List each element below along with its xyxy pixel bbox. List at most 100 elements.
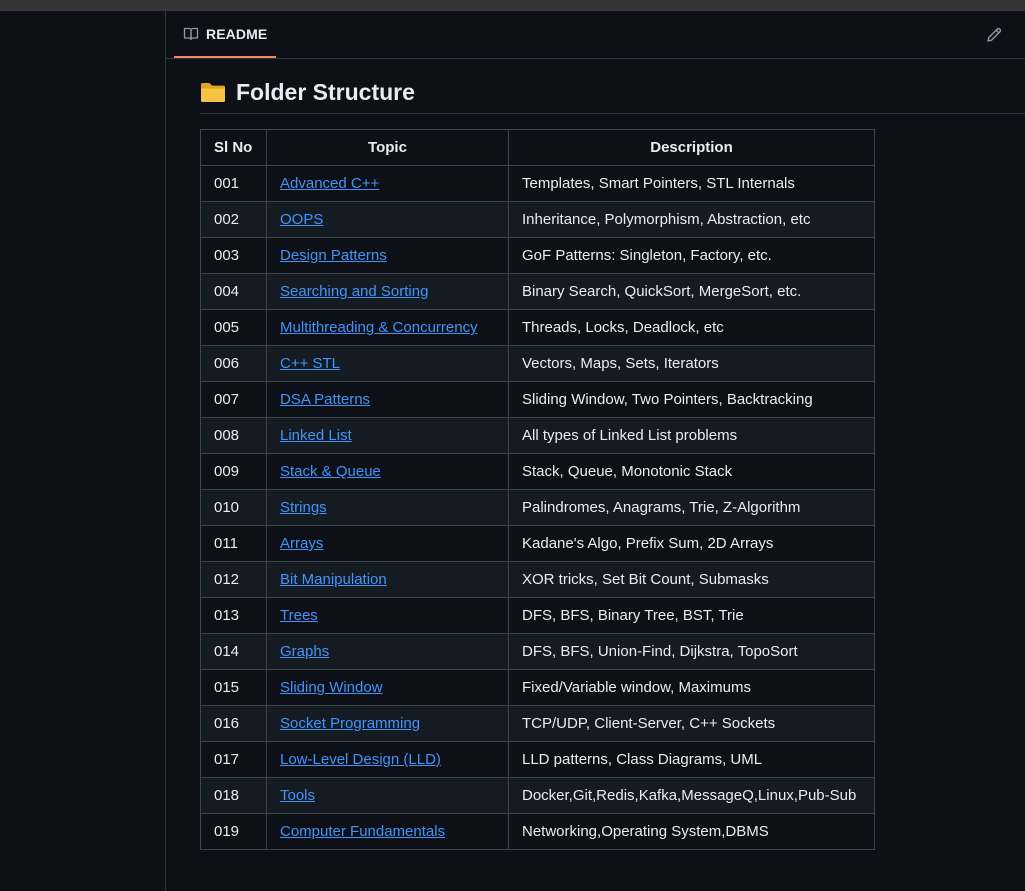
cell-topic: Sliding Window [266, 669, 509, 706]
cell-description: DFS, BFS, Union-Find, Dijkstra, TopoSort [508, 633, 875, 670]
cell-description: All types of Linked List problems [508, 417, 875, 454]
table-row: 019 Computer Fundamentals Networking,Opera… [200, 813, 875, 850]
cell-description: Stack, Queue, Monotonic Stack [508, 453, 875, 490]
cell-topic: Trees [266, 597, 509, 634]
cell-description: Templates, Smart Pointers, STL Internals [508, 165, 875, 202]
cell-topic: Computer Fundamentals [266, 813, 509, 850]
header-sl-no: Sl No [200, 129, 267, 166]
cell-sl-no: 012 [200, 561, 267, 598]
cell-sl-no: 018 [200, 777, 267, 814]
cell-sl-no: 001 [200, 165, 267, 202]
cell-sl-no: 016 [200, 705, 267, 742]
topic-link[interactable]: Strings [280, 499, 327, 516]
readme-tab[interactable]: README [174, 11, 277, 58]
topic-link[interactable]: Bit Manipulation [280, 571, 387, 588]
left-gutter [0, 11, 165, 877]
header-topic: Topic [266, 129, 509, 166]
topic-link[interactable]: Trees [280, 607, 318, 624]
cell-sl-no: 005 [200, 309, 267, 346]
cell-sl-no: 002 [200, 201, 267, 238]
cell-topic: Socket Programming [266, 705, 509, 742]
topic-link[interactable]: Linked List [280, 427, 352, 444]
topic-link[interactable]: Stack & Queue [280, 463, 381, 480]
table-row: 006 C++ STL Vectors, Maps, Sets, Iterators [200, 345, 875, 382]
cell-topic: Strings [266, 489, 509, 526]
table-row: 001 Advanced C++ Templates, Smart Pointers… [200, 165, 875, 202]
cell-sl-no: 004 [200, 273, 267, 310]
table-row: 017 Low-Level Design (LLD) LLD patterns, C… [200, 741, 875, 778]
table-header-row: Sl No Topic Description [200, 129, 875, 166]
cell-sl-no: 017 [200, 741, 267, 778]
table-row: 009 Stack & Queue Stack, Queue, Monotonic … [200, 453, 875, 490]
topic-link[interactable]: Design Patterns [280, 247, 387, 264]
cell-sl-no: 007 [200, 381, 267, 418]
pencil-icon[interactable] [984, 25, 1004, 45]
cell-sl-no: 013 [200, 597, 267, 634]
cell-description: Kadane's Algo, Prefix Sum, 2D Arrays [508, 525, 875, 562]
cell-topic: Bit Manipulation [266, 561, 509, 598]
cell-description: Threads, Locks, Deadlock, etc [508, 309, 875, 346]
cell-description: DFS, BFS, Binary Tree, BST, Trie [508, 597, 875, 634]
topic-link[interactable]: Low-Level Design (LLD) [280, 751, 441, 768]
cell-sl-no: 010 [200, 489, 267, 526]
table-row: 011 Arrays Kadane's Algo, Prefix Sum, 2D A… [200, 525, 875, 562]
cell-topic: Searching and Sorting [266, 273, 509, 310]
topic-link[interactable]: DSA Patterns [280, 391, 370, 408]
cell-sl-no: 003 [200, 237, 267, 274]
header-description: Description [508, 129, 875, 166]
cell-topic: Arrays [266, 525, 509, 562]
table-row: 016 Socket Programming TCP/UDP, Client-Ser… [200, 705, 875, 742]
cell-topic: C++ STL [266, 345, 509, 382]
folder-table: Sl No Topic Description 001 Advanced C++ T… [200, 129, 875, 850]
topic-link[interactable]: Arrays [280, 535, 323, 552]
topic-link[interactable]: Sliding Window [280, 679, 383, 696]
cell-sl-no: 008 [200, 417, 267, 454]
cell-sl-no: 014 [200, 633, 267, 670]
cell-sl-no: 015 [200, 669, 267, 706]
cell-topic: Advanced C++ [266, 165, 509, 202]
cell-description: TCP/UDP, Client-Server, C++ Sockets [508, 705, 875, 742]
cell-description: LLD patterns, Class Diagrams, UML [508, 741, 875, 778]
topic-link[interactable]: C++ STL [280, 355, 340, 372]
cell-topic: DSA Patterns [266, 381, 509, 418]
cell-description: Vectors, Maps, Sets, Iterators [508, 345, 875, 382]
table-row: 015 Sliding Window Fixed/Variable window, … [200, 669, 875, 706]
cell-topic: Graphs [266, 633, 509, 670]
readme-panel: README Folder Structure Sl No Topic Desc… [165, 11, 1025, 891]
table-row: 010 Strings Palindromes, Anagrams, Trie, Z… [200, 489, 875, 526]
cell-description: Palindromes, Anagrams, Trie, Z-Algorithm [508, 489, 875, 526]
topic-link[interactable]: Searching and Sorting [280, 283, 428, 300]
book-icon [183, 27, 199, 40]
topic-link[interactable]: Graphs [280, 643, 329, 660]
table-row: 007 DSA Patterns Sliding Window, Two Point… [200, 381, 875, 418]
topic-link[interactable]: Multithreading & Concurrency [280, 319, 478, 336]
cell-topic: Linked List [266, 417, 509, 454]
topic-link[interactable]: Socket Programming [280, 715, 420, 732]
cell-sl-no: 011 [200, 525, 267, 562]
cell-topic: Design Patterns [266, 237, 509, 274]
table-row: 005 Multithreading & Concurrency Threads, … [200, 309, 875, 346]
cell-sl-no: 019 [200, 813, 267, 850]
table-row: 013 Trees DFS, BFS, Binary Tree, BST, Trie [200, 597, 875, 634]
cell-description: Binary Search, QuickSort, MergeSort, etc… [508, 273, 875, 310]
cell-description: GoF Patterns: Singleton, Factory, etc. [508, 237, 875, 274]
cell-topic: OOPS [266, 201, 509, 238]
cell-description: Docker,Git,Redis,Kafka,MessageQ,Linux,Pu… [508, 777, 875, 814]
window-top-bar [0, 0, 1025, 11]
readme-header: README [166, 11, 1025, 59]
topic-link[interactable]: OOPS [280, 211, 323, 228]
table-row: 008 Linked List All types of Linked List p… [200, 417, 875, 454]
cell-description: Fixed/Variable window, Maximums [508, 669, 875, 706]
table-body: 001 Advanced C++ Templates, Smart Pointers… [200, 165, 875, 850]
cell-topic: Low-Level Design (LLD) [266, 741, 509, 778]
table-row: 018 Tools Docker,Git,Redis,Kafka,MessageQ,… [200, 777, 875, 814]
cell-sl-no: 006 [200, 345, 267, 382]
page-title: Folder Structure [236, 78, 415, 105]
topic-link[interactable]: Computer Fundamentals [280, 823, 445, 840]
readme-content: Folder Structure Sl No Topic Description… [200, 75, 1025, 850]
topic-link[interactable]: Advanced C++ [280, 175, 379, 192]
cell-description: Sliding Window, Two Pointers, Backtracki… [508, 381, 875, 418]
table-row: 004 Searching and Sorting Binary Search, Q… [200, 273, 875, 310]
cell-topic: Tools [266, 777, 509, 814]
topic-link[interactable]: Tools [280, 787, 315, 804]
